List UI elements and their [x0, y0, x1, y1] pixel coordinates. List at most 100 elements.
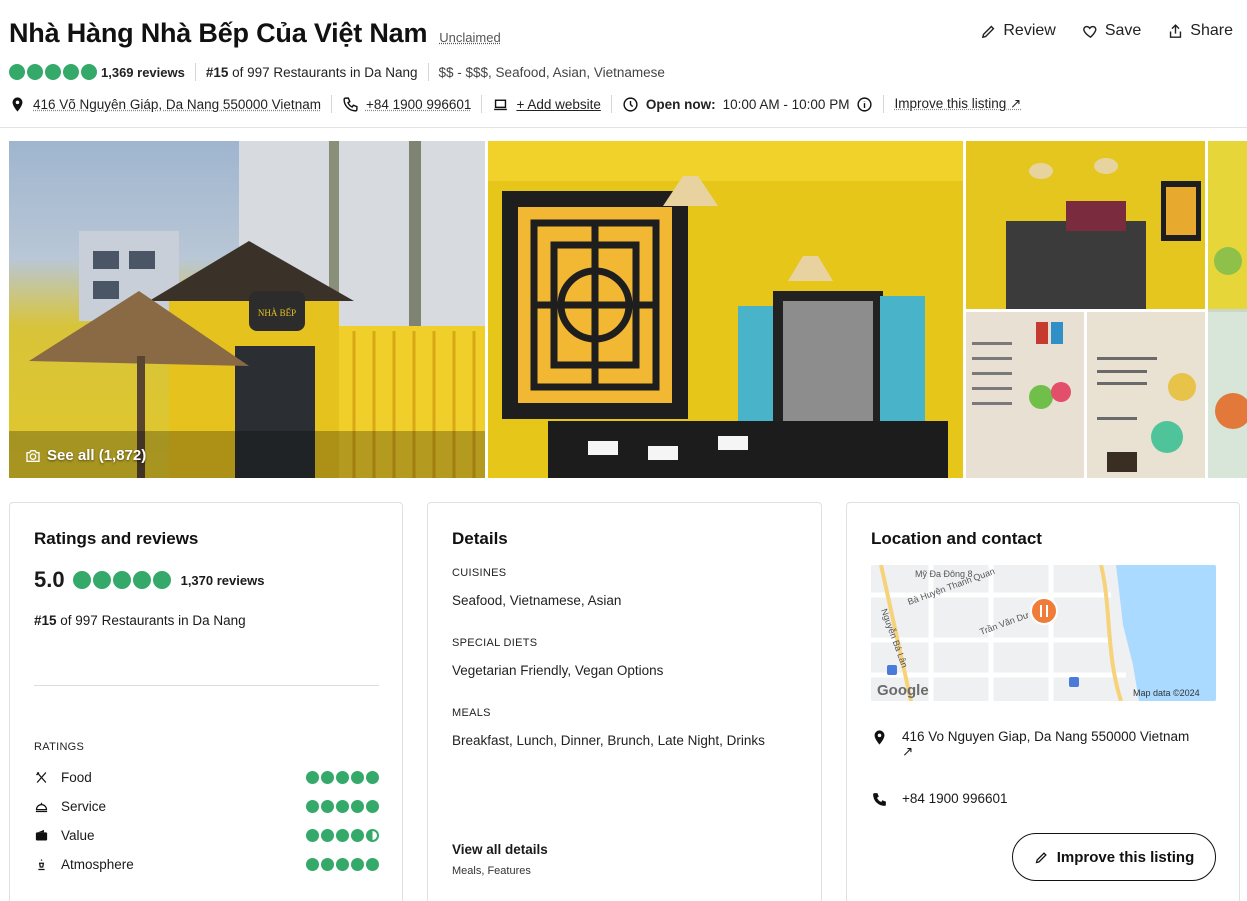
address-item[interactable]: 416 Võ Nguyên Giáp, Da Nang 550000 Vietn…	[9, 96, 321, 113]
menu-illustration	[1087, 312, 1205, 478]
rating-bubbles[interactable]	[9, 64, 97, 80]
rating-bubble	[81, 64, 97, 80]
rating-label: Service	[61, 799, 106, 814]
location-card: Location and contact Mỹ Đa Đông 8 Bà Huy…	[846, 502, 1240, 901]
save-button[interactable]: Save	[1082, 22, 1141, 40]
rating-label: Food	[61, 770, 92, 785]
restaurant-sign-text: NHÀ BẾP	[258, 308, 296, 318]
wallet-icon	[34, 828, 49, 843]
review-label: Review	[1003, 22, 1055, 40]
map-illustration: Mỹ Đa Đông 8 Bà Huyện Thanh Quan Nguyễn …	[871, 565, 1216, 701]
rating-row-food: Food	[34, 767, 379, 787]
overall-score: 5.0 1,370 reviews	[34, 567, 264, 593]
location-address[interactable]: 416 Vo Nguyen Giap, Da Nang 550000 Vietn…	[871, 729, 1216, 760]
share-button[interactable]: Share	[1167, 22, 1233, 40]
phone-text: +84 1900 996601	[366, 97, 471, 112]
see-all-photos-button[interactable]: See all (1,872)	[25, 447, 146, 464]
divider	[611, 95, 612, 113]
cloche-icon	[34, 799, 49, 814]
rating-bubble	[93, 571, 111, 589]
rating-bubble	[351, 771, 364, 784]
address-text: 416 Vo Nguyen Giap, Da Nang 550000 Vietn…	[902, 729, 1189, 760]
partial-illustration	[1208, 141, 1247, 478]
location-phone[interactable]: +84 1900 996601	[871, 791, 1216, 808]
reviews-count-link[interactable]: 1,369 reviews	[101, 65, 185, 80]
photo-interior[interactable]	[488, 141, 963, 478]
service-rating-bubbles	[306, 800, 379, 813]
food-rating-bubbles	[306, 771, 379, 784]
location-map[interactable]: Mỹ Đa Đông 8 Bà Huyện Thanh Quan Nguyễn …	[871, 565, 1216, 701]
photo-menu-1[interactable]	[966, 312, 1084, 478]
rank-text: of 997 Restaurants in Da Nang	[228, 65, 417, 80]
rating-bubble	[321, 771, 334, 784]
improve-listing-label: Improve this listing	[1057, 849, 1195, 866]
rating-bubble	[321, 800, 334, 813]
review-button[interactable]: Review	[980, 22, 1055, 40]
rating-bubble	[351, 800, 364, 813]
rating-bubble	[321, 829, 334, 842]
rating-row-value: Value	[34, 825, 379, 845]
score-value: 5.0	[34, 567, 65, 593]
rating-row-service: Service	[34, 796, 379, 816]
ranking-link[interactable]: #15 of 997 Restaurants in Da Nang	[206, 65, 418, 80]
special-diets-label: SPECIAL DIETS	[452, 637, 537, 649]
rating-bubble	[336, 829, 349, 842]
photo-partial[interactable]	[1208, 141, 1247, 478]
rating-bubble	[306, 771, 319, 784]
cuisines-label: CUISINES	[452, 567, 506, 579]
rating-bubble	[336, 800, 349, 813]
interior-illustration	[488, 141, 963, 478]
rating-bubble	[153, 571, 171, 589]
open-now-label: Open now:	[646, 97, 716, 112]
hours-text: 10:00 AM - 10:00 PM	[723, 97, 850, 112]
improve-listing-button[interactable]: Improve this listing	[1012, 833, 1216, 881]
rating-bubbles	[73, 571, 171, 589]
rating-bubble	[351, 858, 364, 871]
add-website-link: + Add website	[516, 97, 600, 112]
hours-item[interactable]: Open now: 10:00 AM - 10:00 PM	[622, 96, 874, 113]
laptop-icon	[492, 96, 509, 113]
photo-dining-room[interactable]	[966, 141, 1205, 309]
rating-bubble	[27, 64, 43, 80]
phone-item[interactable]: +84 1900 996601	[342, 96, 471, 113]
page-title: Nhà Hàng Nhà Bếp Của Việt Nam	[9, 18, 427, 49]
rating-bubble-half	[366, 829, 379, 842]
location-card-title: Location and contact	[871, 529, 1042, 549]
value-rating-bubbles	[306, 829, 379, 842]
rating-bubble	[351, 829, 364, 842]
meals-label: MEALS	[452, 707, 491, 719]
rating-bubble	[306, 858, 319, 871]
rating-label: Value	[61, 828, 95, 843]
rank-number: #15	[206, 65, 229, 80]
main-photo-exterior[interactable]: NHÀ BẾP See all (1,872)	[9, 141, 485, 478]
info-icon[interactable]	[856, 96, 873, 113]
address-value: 416 Vo Nguyen Giap, Da Nang 550000 Vietn…	[902, 729, 1189, 744]
improve-listing-link[interactable]: Improve this listing ↗	[894, 96, 1021, 112]
ranking-text[interactable]: #15 of 997 Restaurants in Da Nang	[34, 613, 246, 628]
unclaimed-link[interactable]: Unclaimed	[439, 30, 500, 45]
camera-icon	[25, 448, 41, 464]
view-all-subtitle: Meals, Features	[452, 865, 531, 877]
add-website-item[interactable]: + Add website	[492, 96, 600, 113]
menu-illustration	[966, 312, 1084, 478]
divider	[481, 95, 482, 113]
heart-icon	[1082, 23, 1099, 40]
dining-illustration	[966, 141, 1205, 309]
phone-icon	[342, 96, 359, 113]
photo-gallery: NHÀ BẾP See all (1,872)	[9, 141, 1247, 478]
external-link-icon: ↗	[902, 744, 913, 759]
card-divider	[34, 685, 379, 686]
meals-value: Breakfast, Lunch, Dinner, Brunch, Late N…	[452, 733, 765, 748]
ratings-card: Ratings and reviews 5.0 1,370 reviews #1…	[9, 502, 403, 901]
share-icon	[1167, 23, 1184, 40]
rating-bubble	[336, 771, 349, 784]
rating-bubble	[306, 829, 319, 842]
cocktail-icon	[34, 857, 49, 872]
special-diets-value: Vegetarian Friendly, Vegan Options	[452, 663, 663, 678]
reviews-count-link[interactable]: 1,370 reviews	[181, 573, 265, 588]
photo-menu-2[interactable]	[1087, 312, 1205, 478]
pencil-icon	[1034, 850, 1049, 865]
rating-bubble	[45, 64, 61, 80]
clock-icon	[622, 96, 639, 113]
view-all-details-link[interactable]: View all details	[452, 842, 548, 857]
